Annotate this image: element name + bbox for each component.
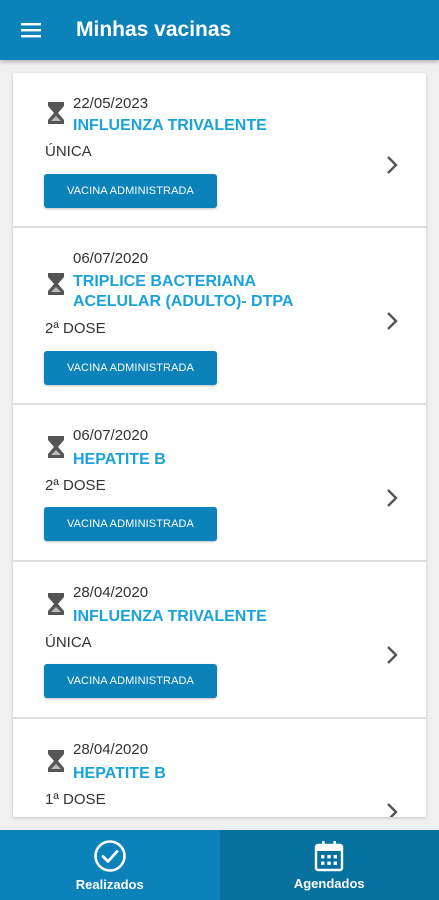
menu-button[interactable] (0, 0, 62, 60)
status-badge: VACINA ADMINISTRADA (44, 351, 217, 385)
vaccine-card[interactable]: 06/07/2020 TRIPLICE BACTERIANA ACELULAR … (13, 228, 426, 405)
tab-label: Realizados (75, 876, 144, 892)
status-badge: VACINA ADMINISTRADA (44, 174, 217, 208)
hourglass-icon (48, 102, 64, 124)
chevron-right-icon[interactable] (386, 802, 398, 817)
vaccine-name: HEPATITE B (73, 451, 166, 468)
vaccine-date: 22/05/2023 (73, 95, 149, 112)
vaccine-name: INFLUENZA TRIVALENTE (73, 117, 267, 134)
vaccine-date: 28/04/2020 (73, 584, 149, 601)
chevron-right-icon[interactable] (386, 155, 398, 175)
vaccine-card[interactable]: 06/07/2020 HEPATITE B 2ª DOSE VACINA ADM… (13, 405, 426, 562)
calendar-icon (315, 840, 344, 871)
vaccine-name: INFLUENZA TRIVALENTE (73, 608, 267, 625)
status-badge: VACINA ADMINISTRADA (44, 507, 217, 541)
vaccine-name: TRIPLICE BACTERIANA ACELULAR (ADULTO)- D… (73, 273, 294, 310)
check-circle-icon (93, 839, 126, 872)
chevron-right-icon[interactable] (386, 488, 398, 508)
chevron-right-icon[interactable] (386, 311, 398, 331)
vaccine-card[interactable]: 28/04/2020 HEPATITE B 1ª DOSE (13, 719, 426, 817)
vaccine-name: HEPATITE B (73, 765, 166, 782)
vaccine-card[interactable]: 22/05/2023 INFLUENZA TRIVALENTE ÚNICA VA… (13, 73, 426, 228)
bottom-nav: Realizados Agendados (0, 830, 439, 900)
hourglass-icon (48, 273, 64, 295)
vaccine-date: 06/07/2020 (73, 250, 149, 267)
vaccine-dose: ÚNICA (45, 634, 92, 651)
tab-agendados[interactable]: Agendados (219, 830, 439, 900)
vaccine-date: 28/04/2020 (73, 741, 149, 758)
hourglass-icon (48, 593, 64, 615)
status-badge: VACINA ADMINISTRADA (44, 664, 217, 698)
vaccine-dose: 2ª DOSE (45, 477, 106, 494)
hourglass-icon (48, 436, 64, 458)
chevron-right-icon[interactable] (386, 645, 398, 665)
tab-label: Agendados (293, 875, 365, 891)
vaccine-dose: 1ª DOSE (45, 791, 106, 808)
app-bar: Minhas vacinas (0, 0, 439, 60)
vaccine-dose: ÚNICA (45, 143, 92, 160)
page-title: Minhas vacinas (76, 18, 232, 41)
vaccine-list[interactable]: 22/05/2023 INFLUENZA TRIVALENTE ÚNICA VA… (13, 73, 426, 817)
vaccine-date: 06/07/2020 (73, 427, 149, 444)
vaccine-card[interactable]: 28/04/2020 INFLUENZA TRIVALENTE ÚNICA VA… (13, 562, 426, 719)
hourglass-icon (48, 750, 64, 772)
tab-realizados[interactable]: Realizados (0, 830, 220, 900)
hamburger-icon (21, 23, 41, 38)
vaccine-dose: 2ª DOSE (45, 320, 106, 337)
